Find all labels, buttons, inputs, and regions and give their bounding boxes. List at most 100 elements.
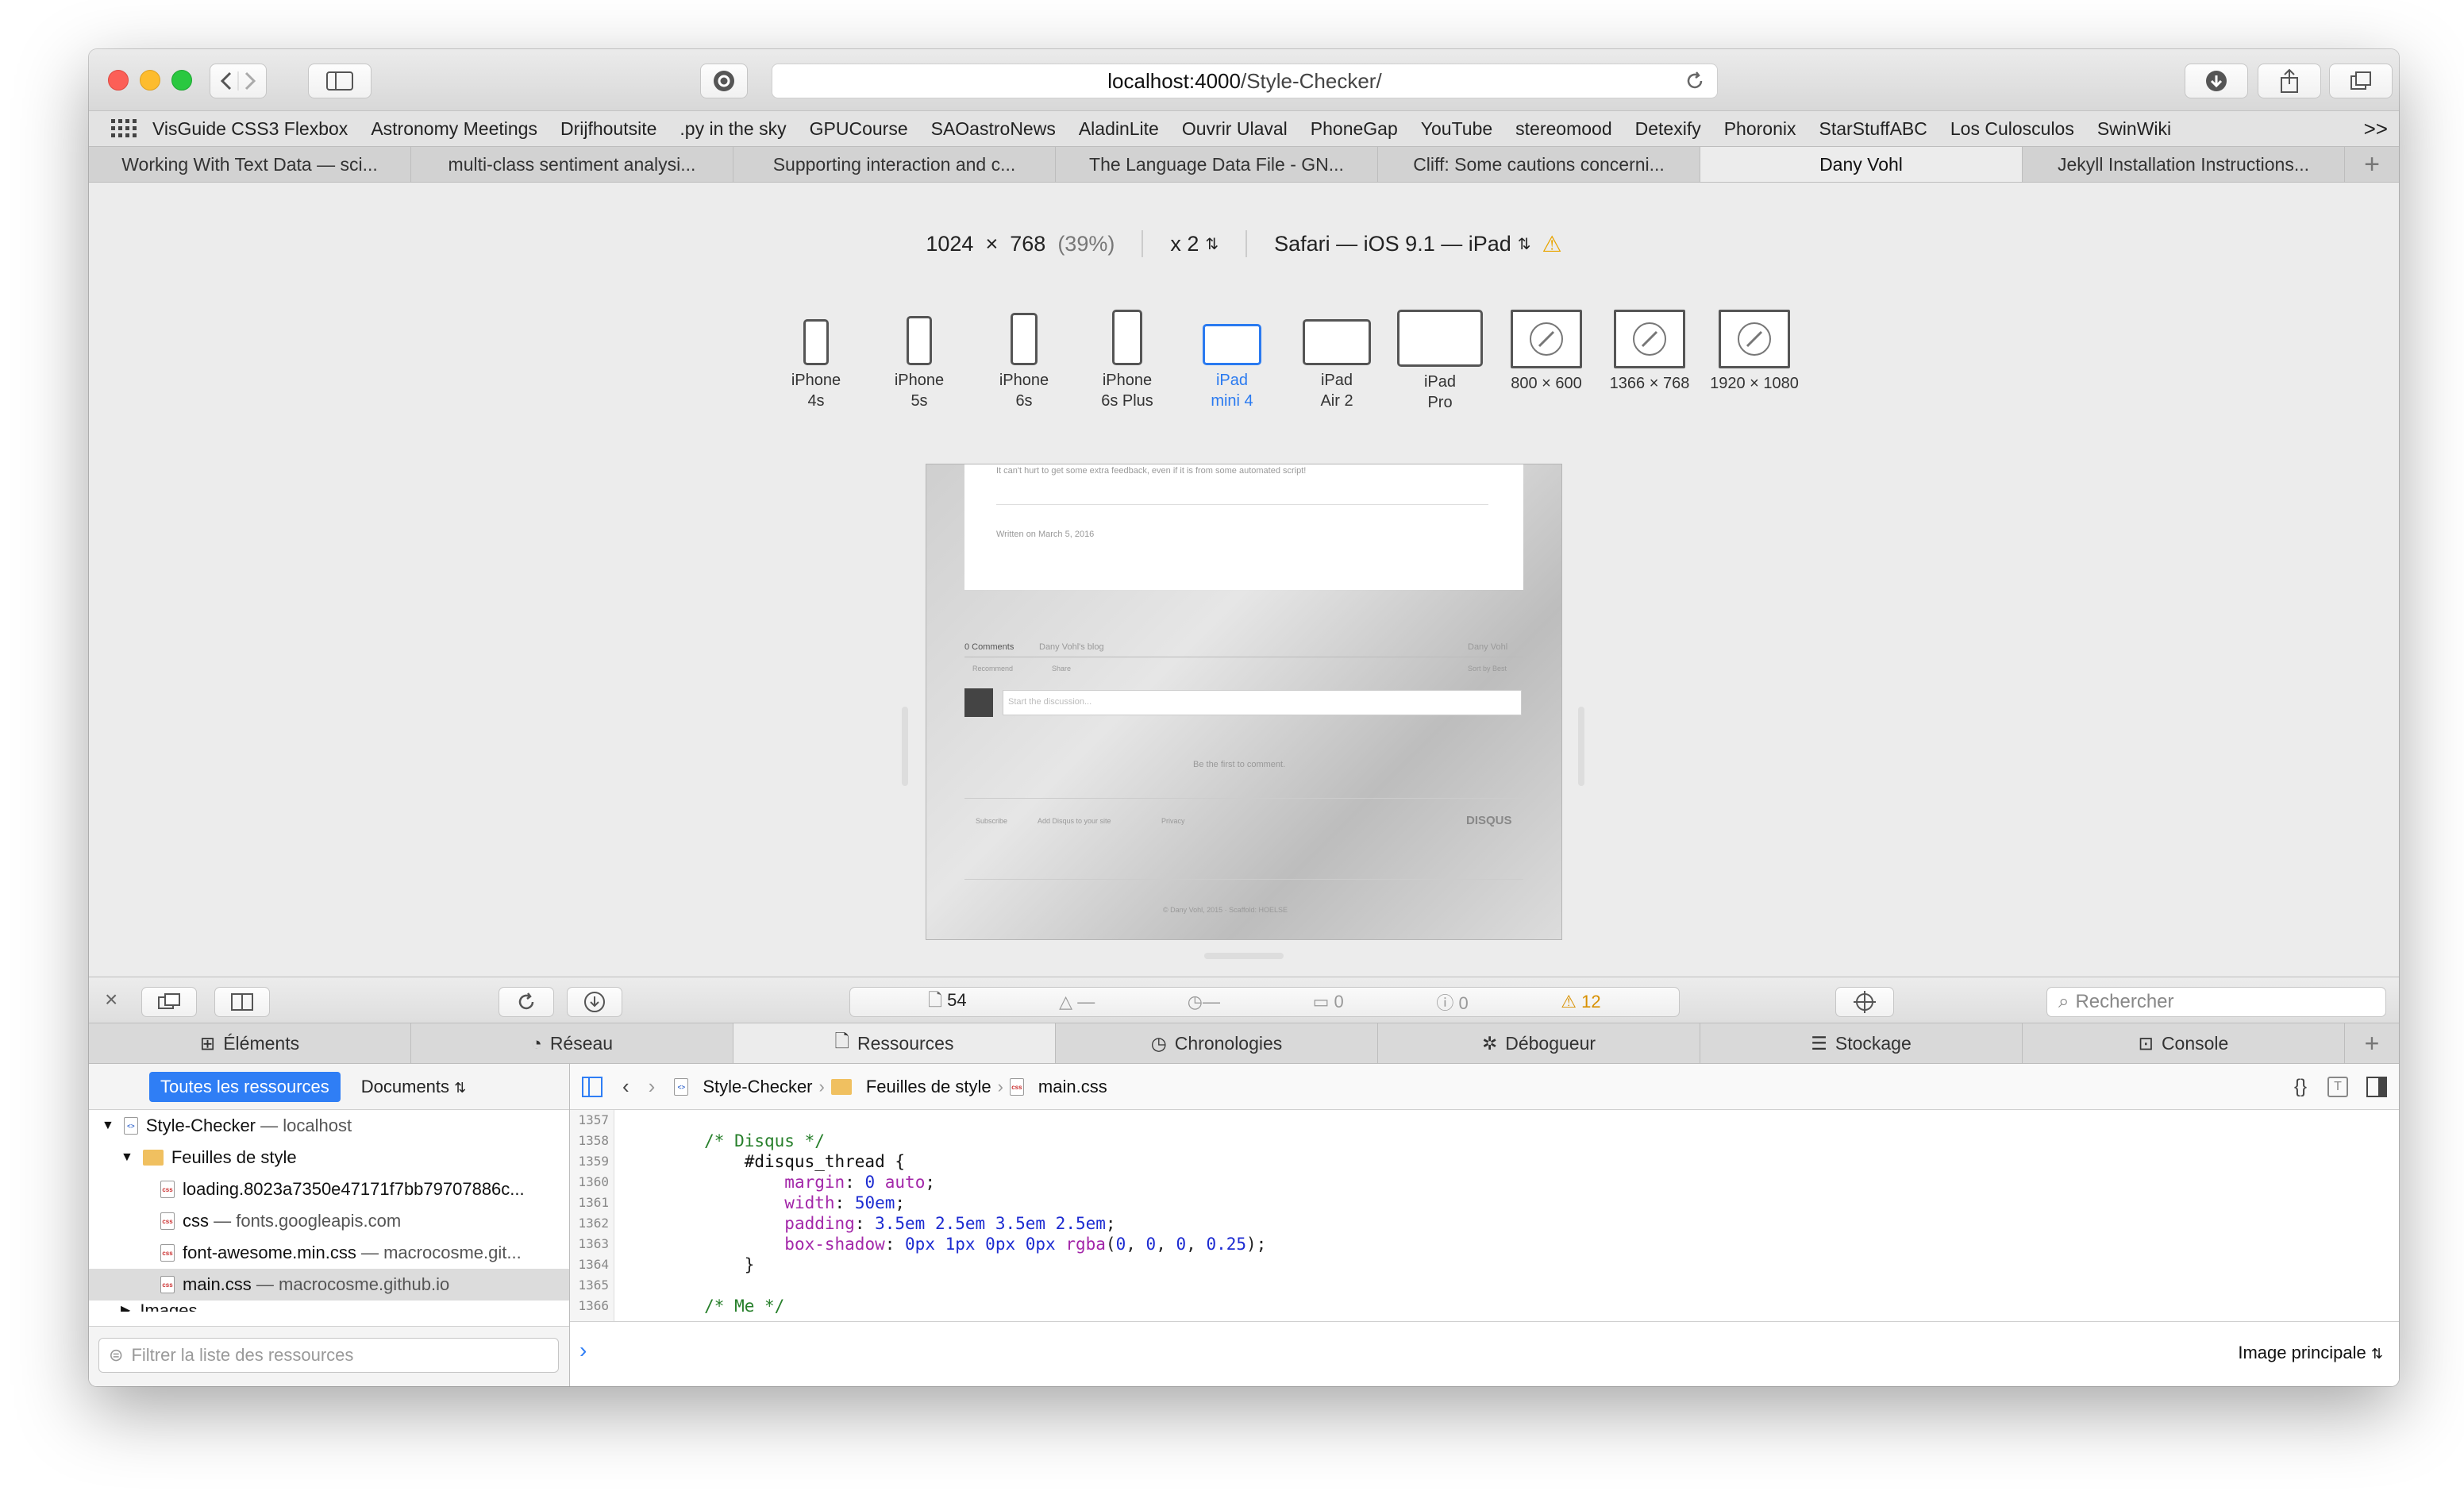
tree-row-style-checker[interactable]: ▼ <> Style-Checker — localhost — [89, 1110, 569, 1142]
device-iphone-6s[interactable]: iPhone 6s — [976, 310, 1072, 411]
new-tab-plus-icon[interactable]: + — [2345, 147, 2399, 182]
rdm-width[interactable]: 1024 — [926, 232, 973, 256]
tab-storage[interactable]: ☰ Stockage — [1700, 1023, 2023, 1063]
close-window-button[interactable] — [108, 70, 129, 91]
download-archive-button[interactable] — [567, 987, 622, 1017]
inspector-search-input[interactable]: ⌕ Rechercher — [2046, 987, 2386, 1017]
share-button[interactable] — [2258, 64, 2321, 98]
forward-chevron-icon[interactable]: › — [649, 1074, 656, 1099]
reload-page-button[interactable] — [499, 987, 554, 1017]
bookmark[interactable]: AladinLite — [1079, 118, 1159, 140]
bookmark[interactable]: Astronomy Meetings — [371, 118, 537, 140]
tree-row-file[interactable]: css font-awesome.min.css — macrocosme.git… — [89, 1237, 569, 1269]
rdm-scale[interactable]: x 2 — [1170, 232, 1199, 256]
rdm-browser[interactable]: Safari — iOS 9.1 — iPad — [1274, 232, 1511, 256]
tree-row-file[interactable]: css css — fonts.googleapis.com — [89, 1205, 569, 1237]
bookmark[interactable]: Phoronix — [1724, 118, 1796, 140]
dock-side-button[interactable] — [214, 987, 270, 1017]
bookmark[interactable]: .py in the sky — [680, 118, 786, 140]
resize-handle-left[interactable] — [902, 707, 908, 786]
browser-tab[interactable]: Cliff: Some cautions concerni... — [1378, 147, 1700, 182]
dock-button[interactable] — [141, 987, 197, 1017]
more-bookmarks-chevron-icon[interactable]: >> — [2364, 117, 2388, 141]
resize-handle-right[interactable] — [1578, 707, 1584, 786]
device-preview[interactable]: It can't hurt to get some extra feedback… — [926, 464, 1562, 940]
reload-icon[interactable] — [1684, 70, 1706, 92]
add-tab-plus-icon[interactable]: + — [2345, 1023, 2399, 1063]
resources-count[interactable]: 🗋 54 — [928, 987, 966, 1017]
tree-row-file[interactable]: css loading.8023a7350e47171f7bb79707886c.… — [89, 1173, 569, 1205]
device-ipad-mini-4[interactable]: iPad mini 4 — [1184, 310, 1280, 411]
grid-icon[interactable] — [111, 119, 137, 138]
device-iphone-6s-plus[interactable]: iPhone 6s Plus — [1080, 310, 1175, 411]
browser-tab-active[interactable]: Dany Vohl — [1700, 147, 2023, 182]
filter-resources-input[interactable]: ⊜ Filtrer la liste des ressources — [98, 1338, 559, 1373]
time-indicator[interactable]: ◷— — [1188, 992, 1220, 1012]
bookmark[interactable]: Drijfhoutsite — [560, 118, 656, 140]
errors-count[interactable]: ⓘ 0 — [1436, 989, 1468, 1015]
bookmark[interactable]: PhoneGap — [1311, 118, 1398, 140]
extension-button[interactable] — [700, 64, 748, 98]
resize-handle-bottom[interactable] — [1204, 953, 1284, 959]
bookmark[interactable]: stereomood — [1515, 118, 1611, 140]
bookmark[interactable]: Los Culosculos — [1950, 118, 2074, 140]
preview-placeholder: Start the discussion... — [1008, 697, 1092, 707]
device-1920x1080[interactable]: 1920 × 1080 — [1707, 310, 1802, 394]
bookmark[interactable]: SAOastroNews — [931, 118, 1056, 140]
text-icon[interactable]: T — [2327, 1076, 2348, 1097]
bookmark[interactable]: Ouvrir Ulaval — [1182, 118, 1288, 140]
breadcrumb-item[interactable]: Feuilles de style — [866, 1077, 991, 1097]
documents-dropdown[interactable]: Documents ⇅ — [361, 1077, 467, 1097]
bookmark[interactable]: SwinWiki — [2097, 118, 2171, 140]
tab-elements[interactable]: ⊞ Éléments — [89, 1023, 411, 1063]
warnings-count[interactable]: ⚠ 12 — [1561, 992, 1600, 1012]
browser-tab[interactable]: Working With Text Data — sci... — [89, 147, 411, 182]
minimize-window-button[interactable] — [140, 70, 160, 91]
details-sidebar-icon[interactable] — [2366, 1076, 2388, 1098]
tab-debugger[interactable]: ✲ Débogueur — [1378, 1023, 1700, 1063]
device-ipad-pro[interactable]: iPad Pro — [1392, 310, 1488, 413]
code-editor[interactable]: 1357 1358 1359 1360 1361 1362 1363 1364 … — [570, 1110, 2399, 1321]
tab-overview-button[interactable] — [2329, 64, 2393, 98]
tab-console[interactable]: ⊡ Console — [2023, 1023, 2345, 1063]
tree-row-stylesheets[interactable]: ▼ Feuilles de style — [89, 1142, 569, 1173]
quick-console[interactable]: › Image principale ⇅ — [570, 1321, 2399, 1386]
device-1366x768[interactable]: 1366 × 768 — [1602, 310, 1697, 394]
device-iphone-4s[interactable]: iPhone 4s — [768, 310, 864, 411]
breadcrumb-item[interactable]: Style-Checker — [703, 1077, 812, 1097]
back-forward-buttons[interactable] — [210, 64, 267, 98]
tab-resources[interactable]: 🗋 Ressources — [733, 1023, 1056, 1063]
bookmark[interactable]: GPUCourse — [810, 118, 908, 140]
device-iphone-5s[interactable]: iPhone 5s — [872, 310, 967, 411]
size-indicator[interactable]: △ — — [1059, 992, 1095, 1012]
bookmark[interactable]: Detexify — [1635, 118, 1701, 140]
tab-network[interactable]: ◔ Réseau — [411, 1023, 733, 1063]
browser-tab[interactable]: Supporting interaction and c... — [733, 147, 1056, 182]
close-inspector-icon[interactable]: × — [105, 987, 117, 1012]
inspect-element-button[interactable] — [1835, 987, 1894, 1017]
pretty-print-icon[interactable]: {} — [2294, 1076, 2307, 1098]
breadcrumb-item[interactable]: main.css — [1038, 1077, 1107, 1097]
bookmark[interactable]: StarStuffABC — [1819, 118, 1927, 140]
downloads-button[interactable] — [2185, 64, 2248, 98]
sidebar-icon — [326, 71, 353, 91]
logs-count[interactable]: ▭ 0 — [1313, 992, 1344, 1012]
browser-tab[interactable]: Jekyll Installation Instructions... — [2023, 147, 2345, 182]
zoom-window-button[interactable] — [171, 70, 192, 91]
rdm-height[interactable]: 768 — [1010, 232, 1045, 256]
browser-tab[interactable]: The Language Data File - GN... — [1056, 147, 1378, 182]
sidebar-toggle-icon[interactable] — [581, 1076, 603, 1098]
sidebar-toggle-button[interactable] — [308, 64, 372, 98]
all-resources-button[interactable]: Toutes les ressources — [149, 1071, 341, 1102]
address-bar[interactable]: localhost:4000/Style-Checker/ — [772, 64, 1718, 98]
bookmark[interactable]: YouTube — [1421, 118, 1492, 140]
tab-timelines[interactable]: ◷ Chronologies — [1056, 1023, 1378, 1063]
device-800x600[interactable]: 800 × 600 — [1499, 310, 1594, 394]
browser-tab[interactable]: multi-class sentiment analysi... — [411, 147, 733, 182]
bookmark[interactable]: VisGuide CSS3 Flexbox — [152, 118, 348, 140]
tree-row-file-selected[interactable]: css main.css — macrocosme.github.io — [89, 1269, 569, 1301]
device-ipad-air-2[interactable]: iPad Air 2 — [1289, 310, 1384, 411]
execution-context-dropdown[interactable]: Image principale ⇅ — [2238, 1343, 2383, 1363]
back-chevron-icon[interactable]: ‹ — [622, 1074, 629, 1099]
tree-row-images[interactable]: ▶ Images — [89, 1301, 569, 1312]
